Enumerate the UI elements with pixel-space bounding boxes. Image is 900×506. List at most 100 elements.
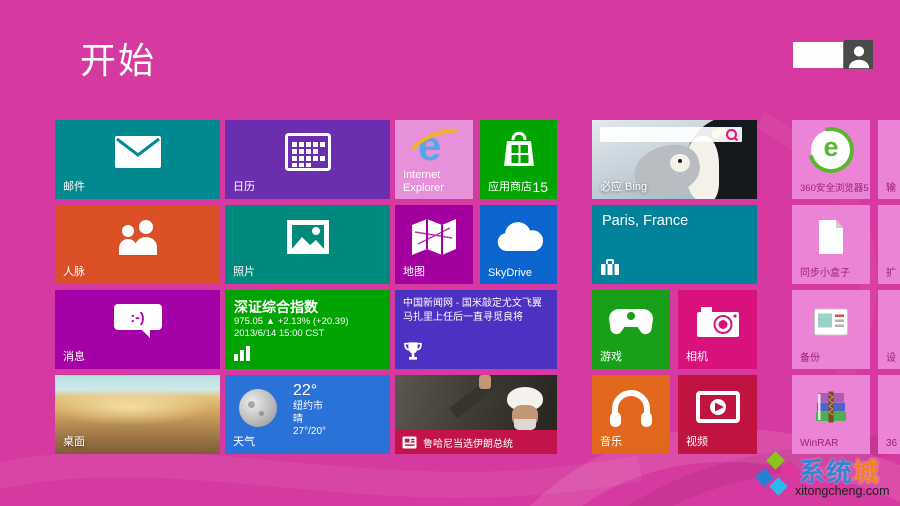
tile-mail[interactable]: 邮件 [55,120,220,199]
tile-label: 36 [886,438,897,449]
tile-sync-box[interactable]: 同步小盒子 [792,205,870,284]
photos-icon [286,219,330,255]
emoticon: :-) [131,309,145,325]
search-icon [726,129,737,140]
tile-weather[interactable]: 22° 纽约市 晴 27°/20° 天气 [225,375,390,454]
calendar-icon [285,133,331,171]
tile-label: 消息 [63,348,85,364]
tile-messaging[interactable]: :-) 消息 [55,290,220,369]
tile-label: 必应 Bing [600,178,647,194]
tile-label: 人脉 [63,263,85,279]
game-controller-icon [607,307,655,337]
ie-logo-icon: e [408,126,460,170]
tile-calendar[interactable]: 日历 [225,120,390,199]
tile-label: 邮件 [63,178,85,194]
tile-label: 日历 [233,178,255,194]
weather-info: 22° 纽约市 晴 27°/20° [293,381,326,439]
tile-internet-explorer[interactable]: e Internet Explorer [395,120,473,199]
tile-partial-row4[interactable]: 36 [878,375,900,454]
tile-camera[interactable]: 相机 [678,290,757,369]
site-url: xitongcheng.com [795,484,890,498]
news-photo-figure [449,375,503,418]
tile-label: 音乐 [600,433,622,449]
tile-travel[interactable]: Paris, France [592,205,757,284]
moon-icon [239,389,277,427]
tile-finance[interactable]: 深证综合指数 975.05 ▲ +2.13% (+20.39) 2013/6/1… [225,290,390,369]
tile-partial-row3[interactable]: 设 [878,290,900,369]
newspaper-icon [402,436,417,449]
360-browser-icon: e [811,130,851,170]
tile-label: SkyDrive [488,267,532,279]
camera-icon [696,306,740,338]
bing-search-bar[interactable] [600,127,742,142]
tile-news[interactable]: 鲁哈尼当选伊朗总统 [395,375,557,454]
tile-label: 视频 [686,433,708,449]
tile-backup[interactable]: 备份 [792,290,870,369]
trophy-icon [403,341,423,361]
tile-label: 360安全浏览器5 [800,180,869,194]
tile-label: 扩 [886,264,896,279]
logo-diamond-magenta [780,460,798,478]
headphones-icon [609,387,653,427]
tile-maps[interactable]: 地图 [395,205,473,284]
store-bag-icon [497,130,541,174]
start-screen: 开始 邮件 人脉 :-) 消息 桌面 [0,0,900,506]
update-count-badge: 15 [532,179,548,195]
news-caption-bar: 鲁哈尼当选伊朗总统 [395,430,557,454]
tile-desktop[interactable]: 桌面 [55,375,220,454]
travel-destination: Paris, France [602,213,688,229]
tile-bing[interactable]: 必应 Bing [592,120,757,199]
news-headline: 中国新闻网 - 国米敲定尤文飞翼 马扎里上任后一直寻觅良将 [403,297,551,325]
tile-label: WinRAR [800,438,838,449]
logo-diamond-cyan [769,477,787,495]
tile-label: 应用商店 [488,178,532,194]
news-caption: 鲁哈尼当选伊朗总统 [423,435,513,450]
quote-timestamp: 2013/6/14 15:00 CST [234,328,324,339]
tile-label: 备份 [800,349,820,364]
tile-music[interactable]: 音乐 [592,375,670,454]
tile-label: Internet Explorer [403,169,463,195]
tile-label: 地图 [403,263,425,279]
index-quote: 975.05 ▲ +2.13% (+20.39) [234,316,349,327]
speech-bubble-icon: :-) [114,304,162,330]
tile-video[interactable]: 视频 [678,375,757,454]
suitcase-icon [600,259,620,276]
tile-partial-row2[interactable]: 扩 [878,205,900,284]
tile-skydrive[interactable]: SkyDrive [480,205,557,284]
tile-label: 相机 [686,348,708,364]
video-icon [695,391,741,423]
tile-sports-news[interactable]: 中国新闻网 - 国米敲定尤文飞翼 马扎里上任后一直寻觅良将 [395,290,557,369]
username-box[interactable] [793,42,843,68]
condition: 晴 [293,414,326,427]
tile-label: 游戏 [600,348,622,364]
current-temp: 22° [293,381,326,401]
control-panel-icon [814,308,848,335]
tile-photos[interactable]: 照片 [225,205,390,284]
user-avatar[interactable] [844,40,873,69]
tile-people[interactable]: 人脉 [55,205,220,284]
document-icon [817,219,845,255]
people-icon [115,219,161,255]
site-watermark: 系统城 xitongcheng.com [755,450,900,502]
tile-label: 照片 [233,263,255,279]
tile-360-browser[interactable]: e 360安全浏览器5 [792,120,870,199]
index-name: 深证综合指数 [234,297,318,317]
tile-store[interactable]: 应用商店 15 [480,120,557,199]
mail-icon [115,136,161,168]
tile-label: 输 [886,179,896,194]
temp-range: 27°/20° [293,426,326,439]
page-title: 开始 [80,32,156,84]
desert-photo [55,389,220,429]
tile-partial-row1[interactable]: 输 [878,120,900,199]
tile-label: 同步小盒子 [800,264,850,279]
map-icon [410,218,458,256]
browser-letter: e [811,132,851,163]
tile-label: 设 [886,349,896,364]
cloud-icon [495,221,543,253]
tile-label: 天气 [233,433,255,449]
tile-winrar[interactable]: WinRAR [792,375,870,454]
city-name: 纽约市 [293,401,326,414]
bar-chart-icon [234,346,250,361]
tile-label: 桌面 [63,433,85,449]
tile-games[interactable]: 游戏 [592,290,670,369]
